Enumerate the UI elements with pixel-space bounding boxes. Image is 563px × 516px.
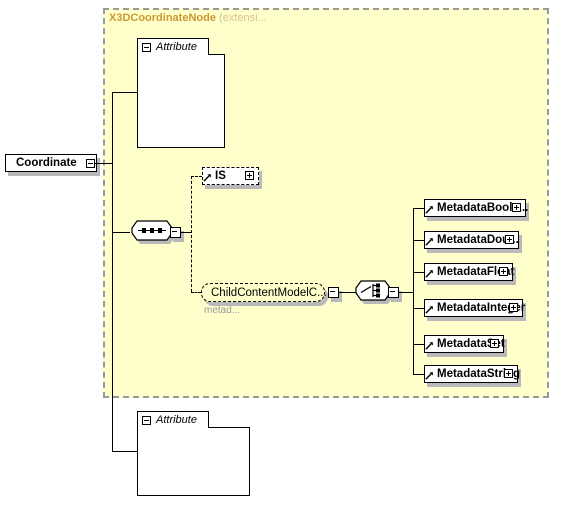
connector-spine-to-metadata-5 bbox=[413, 374, 424, 375]
is-element-label: IS bbox=[215, 170, 226, 182]
connector-spine-to-child-content bbox=[191, 292, 201, 293]
connector-sequence-spine bbox=[191, 176, 192, 292]
child-content-collapse-icon[interactable] bbox=[328, 287, 339, 298]
schema-diagram-canvas: X3DCoordinateNode (extensi... Coordinate… bbox=[0, 0, 563, 516]
own-attribute-body bbox=[137, 427, 250, 496]
connector-spine-to-metadata-0 bbox=[413, 208, 424, 209]
root-collapse-icon[interactable] bbox=[86, 159, 95, 168]
metadata-expand-icon[interactable] bbox=[505, 235, 514, 244]
connector-inherited-attributes-riser bbox=[112, 92, 113, 163]
child-content-group-label: ChildContentModelC... bbox=[211, 286, 327, 299]
inherited-attribute-header-label: Attribute bbox=[156, 41, 197, 53]
connector-trunk-to-inherited-attributes bbox=[112, 92, 137, 93]
metadata-expand-icon[interactable] bbox=[490, 339, 499, 348]
connector-spine-to-metadata-1 bbox=[413, 240, 424, 241]
connector-trunk-to-sequence bbox=[112, 232, 130, 233]
connector-spine-to-metadata-3 bbox=[413, 308, 424, 309]
connector-choice-to-spine bbox=[399, 292, 413, 293]
extension-type-name: X3DCoordinateNode bbox=[109, 12, 216, 24]
metadata-expand-icon[interactable] bbox=[512, 203, 521, 212]
connector-sequence-to-children bbox=[181, 232, 191, 233]
connector-spine-to-is bbox=[191, 176, 202, 177]
metadata-expand-icon[interactable] bbox=[504, 369, 513, 378]
inherited-attribute-panel: Attribute bbox=[137, 38, 225, 148]
own-attribute-panel: Attribute bbox=[137, 411, 250, 496]
extension-type-suffix: (extensi... bbox=[219, 12, 267, 24]
metadata-expand-icon[interactable] bbox=[499, 267, 508, 276]
connector-metadata-spine bbox=[413, 208, 414, 374]
inherited-attribute-header[interactable]: Attribute bbox=[137, 38, 209, 55]
choice-collapse-icon[interactable] bbox=[388, 287, 399, 298]
own-attribute-collapse-icon[interactable] bbox=[142, 415, 151, 425]
connector-trunk-to-own-attributes bbox=[112, 451, 137, 452]
own-attribute-header-label: Attribute bbox=[156, 414, 197, 426]
child-content-group[interactable]: ChildContentModelC... bbox=[201, 283, 327, 302]
is-expand-icon[interactable] bbox=[245, 171, 254, 180]
child-content-group-caption: metad... bbox=[204, 305, 241, 316]
root-element-coordinate[interactable]: Coordinate bbox=[5, 154, 97, 172]
root-element-label: Coordinate bbox=[16, 157, 77, 169]
extension-region-title: X3DCoordinateNode (extensi... bbox=[109, 12, 267, 24]
inherited-attribute-body bbox=[137, 54, 225, 148]
sequence-collapse-icon[interactable] bbox=[170, 227, 181, 238]
own-attribute-header[interactable]: Attribute bbox=[137, 411, 209, 428]
connector-trunk-vertical bbox=[112, 163, 113, 451]
connector-spine-to-metadata-4 bbox=[413, 344, 424, 345]
inherited-attribute-collapse-icon[interactable] bbox=[142, 42, 151, 52]
metadata-expand-icon[interactable] bbox=[509, 303, 518, 312]
connector-root-to-trunk bbox=[95, 163, 113, 164]
connector-spine-to-metadata-2 bbox=[413, 272, 424, 273]
metadata-node-boolean[interactable]: MetadataBoole... bbox=[424, 199, 528, 217]
